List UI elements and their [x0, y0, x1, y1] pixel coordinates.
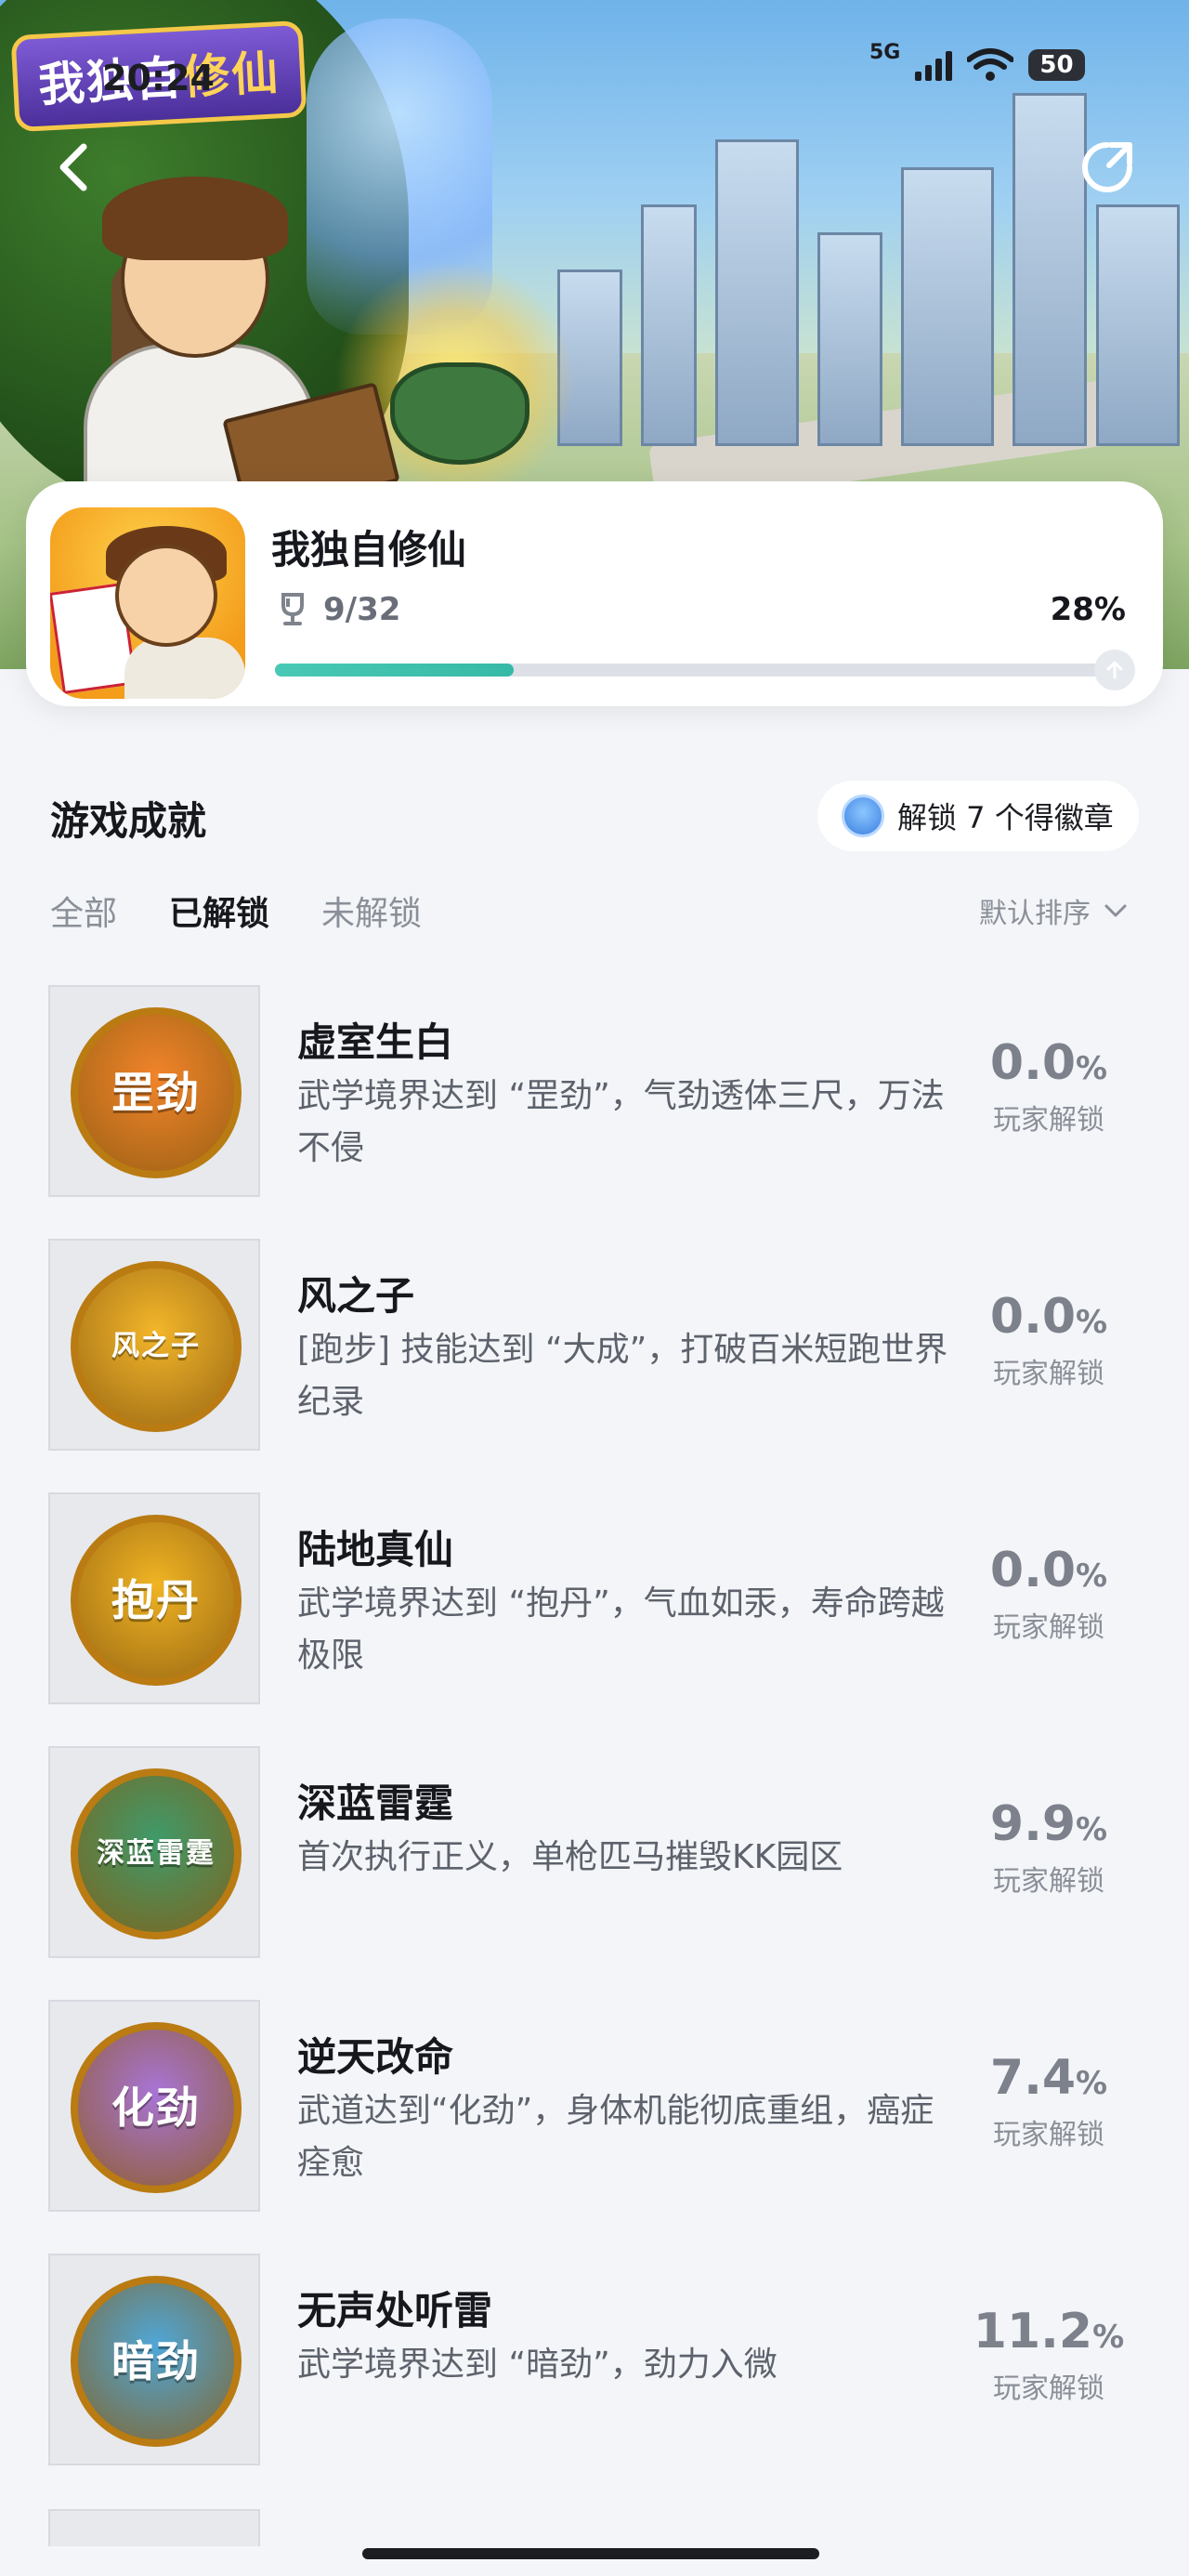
unlock-rate-label: 玩家解锁 — [993, 1865, 1104, 1898]
signal-icon — [915, 49, 953, 81]
unlock-rate-value: 9.9% — [989, 1796, 1108, 1852]
achievement-title: 无声处听雷 — [297, 2288, 493, 2333]
achievement-description: 首次执行正义，单枪匹马摧毁KK园区 — [297, 1838, 843, 1876]
hero-pot — [390, 362, 529, 465]
filter-tabs: 全部 已解锁 未解锁 — [50, 887, 422, 935]
unlock-rate: 0.0% 玩家解锁 — [970, 1543, 1128, 1645]
unlock-rate-value: 0.0% — [989, 1543, 1108, 1598]
achievement-description: 武道达到“化劲”，身体机能彻底重组，癌症痊愈 — [297, 2092, 934, 2182]
achievement-badge: 深蓝雷霆 — [48, 1746, 260, 1958]
badge-emblem-text: 罡劲 — [111, 1067, 201, 1118]
unlock-rate-label: 玩家解锁 — [993, 2119, 1104, 2151]
achievement-description: 武学境界达到 “罡劲”，气劲透体三尺，万法不侵 — [297, 1077, 945, 1167]
unlock-rate: 9.9% 玩家解锁 — [970, 1796, 1128, 1899]
achievement-row[interactable]: 深蓝雷霆 深蓝雷霆 首次执行正义，单枪匹马摧毁KK园区 9.9% 玩家解锁 — [0, 1746, 1189, 2000]
unlock-rate: 11.2% 玩家解锁 — [970, 2304, 1128, 2406]
trophy-count-value: 9/32 — [323, 591, 401, 628]
trophy-count: 9/32 — [277, 591, 400, 628]
badge-emblem-text: 暗劲 — [111, 2335, 201, 2386]
sort-dropdown[interactable]: 默认排序 — [979, 890, 1128, 931]
badge-emblem: 抱丹 — [71, 1515, 242, 1686]
achievement-row[interactable]: 暗劲 无声处听雷武学境界达到 “暗劲”，劲力入微 11.2% 玩家解锁 — [0, 2254, 1189, 2507]
unlock-rate-value: 0.0% — [989, 1289, 1108, 1345]
badge-reward-label: 解锁 7 个得徽章 — [897, 800, 1114, 835]
back-button[interactable] — [37, 130, 111, 204]
achievement-title: 陆地真仙 — [297, 1527, 454, 1572]
badge-emblem: 暗劲 — [71, 2276, 242, 2447]
badge-emblem-text: 风之子 — [111, 1330, 201, 1363]
achievement-badge: 罡劲 — [48, 985, 260, 1197]
unlock-rate-label: 玩家解锁 — [993, 1104, 1104, 1137]
chevron-left-icon — [59, 143, 87, 191]
sort-label: 默认排序 — [979, 898, 1091, 930]
tab-unlocked[interactable]: 已解锁 — [169, 887, 269, 935]
badge-emblem: 罡劲 — [71, 1007, 242, 1178]
unlock-rate-value: 7.4% — [989, 2050, 1108, 2106]
achievement-row[interactable]: 化劲 逆天改命武道达到“化劲”，身体机能彻底重组，癌症痊愈 7.4% 玩家解锁 — [0, 2000, 1189, 2254]
badge-reward-pill[interactable]: 解锁 7 个得徽章 — [817, 781, 1139, 851]
badge-emblem: 化劲 — [71, 2022, 242, 2193]
game-icon[interactable] — [50, 507, 245, 699]
progress-fill — [275, 664, 515, 677]
achievement-row[interactable]: 罡劲 虚室生白武学境界达到 “罡劲”，气劲透体三尺，万法不侵 0.0% 玩家解锁 — [0, 985, 1189, 1239]
achievement-thumb-peek — [48, 2509, 260, 2546]
achievement-row[interactable]: 抱丹 陆地真仙武学境界达到 “抱丹”，气血如汞，寿命跨越极限 0.0% 玩家解锁 — [0, 1492, 1189, 1746]
achievement-list: 罡劲 虚室生白 武学境界达到 “罡劲”，气劲透体三尺，万法不侵 0.0% 玩家解锁 风之子… — [0, 985, 1189, 2507]
trophy-icon — [281, 593, 304, 625]
achievement-badge: 化劲 — [48, 2000, 260, 2212]
badge-emblem-text: 抱丹 — [111, 1574, 201, 1625]
progress-end-marker — [1094, 650, 1135, 690]
achievement-title: 逆天改命 — [297, 2034, 454, 2080]
game-title: 我独自修仙 — [271, 527, 467, 572]
home-indicator[interactable] — [362, 2548, 819, 2559]
progress-percent: 28% — [1050, 591, 1126, 628]
section-title: 游戏成就 — [50, 798, 207, 844]
share-button[interactable] — [1070, 130, 1144, 204]
achievement-description: 武学境界达到 “抱丹”，气血如汞，寿命跨越极限 — [297, 1584, 945, 1675]
status-time: 20:24 — [102, 58, 215, 99]
badge-emblem: 风之子 — [71, 1261, 242, 1432]
achievement-description: 武学境界达到 “暗劲”，劲力入微 — [297, 2346, 777, 2384]
achievement-badge: 风之子 — [48, 1239, 260, 1451]
badge-emblem-text: 化劲 — [111, 2082, 201, 2133]
badge-icon — [842, 795, 884, 837]
status-indicators: 5G 50 — [869, 41, 1085, 82]
hero-city — [520, 56, 1189, 446]
achievement-title: 虚室生白 — [297, 1019, 454, 1065]
achievement-title: 风之子 — [297, 1273, 415, 1319]
unlock-rate: 0.0% 玩家解锁 — [970, 1289, 1128, 1391]
achievement-title: 深蓝雷霆 — [297, 1781, 454, 1826]
share-icon — [1082, 142, 1132, 192]
unlock-rate: 7.4% 玩家解锁 — [970, 2050, 1128, 2152]
badge-emblem-text: 深蓝雷霆 — [97, 1837, 216, 1871]
achievement-row[interactable]: 风之子 风之子 [跑步] 技能达到 “大成”，打破百米短跑世界纪录 0.0% 玩家解锁 — [0, 1239, 1189, 1492]
battery-indicator: 50 — [1028, 49, 1085, 81]
unlock-rate-label: 玩家解锁 — [993, 1611, 1104, 1644]
tab-all[interactable]: 全部 — [50, 887, 117, 935]
wifi-icon — [967, 48, 1014, 81]
badge-emblem: 深蓝雷霆 — [71, 1768, 242, 1939]
tab-locked[interactable]: 未解锁 — [321, 887, 422, 935]
achievement-description: [跑步] 技能达到 “大成”，打破百米短跑世界纪录 — [297, 1331, 948, 1421]
achievement-badge: 抱丹 — [48, 1492, 260, 1704]
chevron-down-icon — [1104, 904, 1127, 917]
unlock-rate-label: 玩家解锁 — [993, 2372, 1104, 2405]
progress-bar — [275, 650, 1135, 690]
unlock-rate: 0.0% 玩家解锁 — [970, 1035, 1128, 1137]
achievement-badge: 暗劲 — [48, 2254, 260, 2465]
unlock-rate-label: 玩家解锁 — [993, 1358, 1104, 1390]
unlock-rate-value: 11.2% — [973, 2304, 1125, 2359]
hero-boy-hair — [102, 177, 288, 260]
network-label: 5G — [869, 40, 901, 64]
game-summary-card: 我独自修仙 9/32 28% — [26, 481, 1163, 706]
arrow-up-icon — [1106, 661, 1123, 679]
unlock-rate-value: 0.0% — [989, 1035, 1108, 1091]
